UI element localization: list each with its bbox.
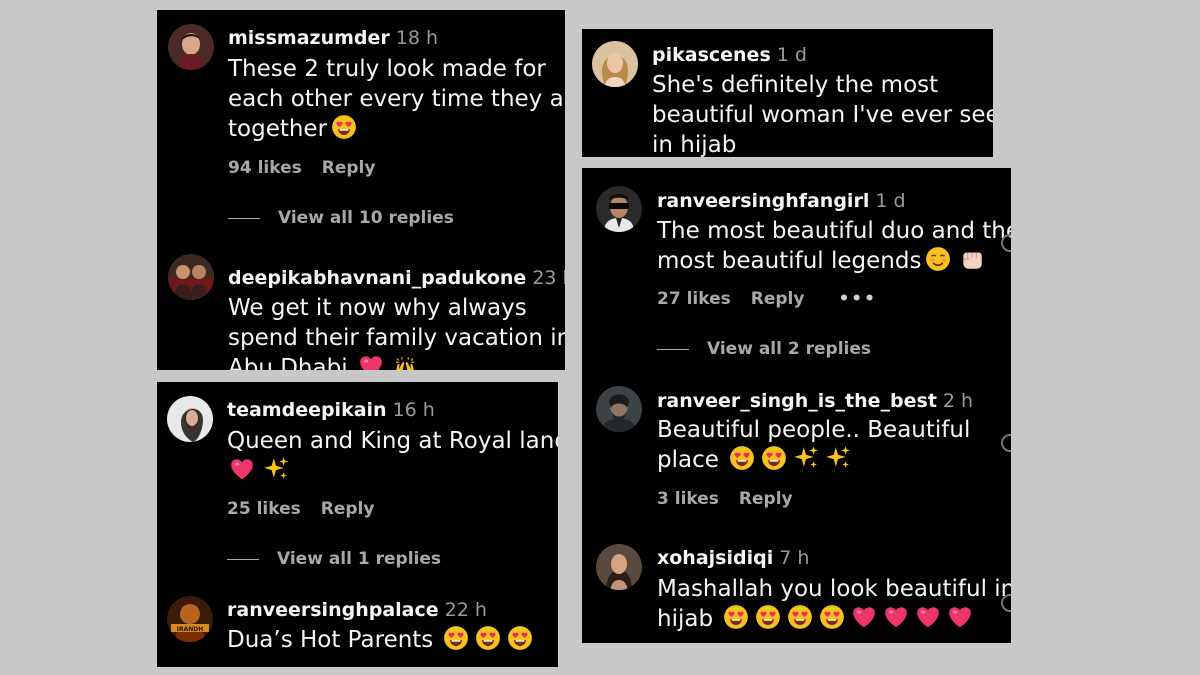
comment-text: Dua’s Hot Parents — [227, 625, 533, 655]
like-heart-icon[interactable] — [1001, 434, 1011, 452]
comment-text: We get it now why always spend their fam… — [228, 293, 565, 370]
username[interactable]: teamdeepikain — [227, 399, 387, 421]
comment-text: Mashallah you look beautiful in hijab — [657, 576, 1011, 632]
comment-text: She's definitely the most beautiful woma… — [652, 72, 993, 157]
divider — [227, 558, 259, 560]
comment-actions: 25 likes Reply — [227, 499, 394, 519]
view-replies-button[interactable]: View all 1 replies — [227, 549, 441, 569]
heart-icon — [947, 604, 973, 630]
username[interactable]: missmazumder — [228, 27, 390, 49]
view-replies-button[interactable]: View all 10 replies — [228, 208, 454, 228]
avatar[interactable] — [167, 396, 213, 442]
username[interactable]: ranveersinghfangirl — [657, 190, 869, 212]
divider — [228, 217, 260, 219]
username[interactable]: pikascenes — [652, 44, 771, 66]
divider — [657, 348, 689, 350]
heart-eyes-emoji-icon — [787, 604, 813, 630]
comment-text: Queen and King at Royal land — [227, 426, 558, 486]
comment-header: xohajsidiqi 7 h — [657, 546, 809, 570]
comment-header: ranveer_singh_is_the_best 2 h — [657, 389, 973, 413]
heart-eyes-emoji-icon — [723, 604, 749, 630]
sparkles-icon — [825, 445, 851, 471]
heart-eyes-emoji-icon — [755, 604, 781, 630]
comment-text: Beautiful people.. Beautiful place — [657, 417, 971, 473]
heart-eyes-emoji-icon — [443, 625, 469, 651]
comment-panel-2: teamdeepikain 16 h Queen and King at Roya… — [157, 382, 558, 667]
comment-actions: 3 likes Reply — [657, 489, 813, 509]
avatar[interactable] — [596, 544, 642, 590]
comment-header: pikascenes 1 d — [652, 43, 807, 67]
timestamp: 1 d — [875, 190, 906, 212]
comment-header: ranveersinghpalace 22 h — [227, 598, 487, 622]
heart-icon — [229, 456, 255, 482]
username[interactable]: ranveersinghpalace — [227, 599, 439, 621]
likes-count[interactable]: 25 likes — [227, 499, 301, 519]
comment-header: missmazumder 18 h — [228, 26, 438, 50]
comment-actions: 27 likes Reply ••• — [657, 289, 897, 309]
timestamp: 2 h — [942, 390, 974, 412]
avatar[interactable] — [592, 41, 638, 87]
username[interactable]: deepikabhavnani_padukone — [228, 267, 526, 289]
comment-panel-1: missmazumder 18 h These 2 truly look made… — [157, 10, 565, 370]
timestamp: 22 h — [444, 599, 487, 621]
timestamp: 16 h — [392, 399, 435, 421]
heart-eyes-emoji-icon — [761, 445, 787, 471]
reply-button[interactable]: Reply — [751, 289, 805, 309]
view-replies-button[interactable]: View all 2 replies — [657, 339, 871, 359]
heart-eyes-emoji-icon — [819, 604, 845, 630]
reply-button[interactable]: Reply — [322, 158, 376, 178]
timestamp: 1 d — [776, 44, 807, 66]
username[interactable]: xohajsidiqi — [657, 547, 773, 569]
avatar[interactable] — [168, 254, 214, 300]
comment-panel-3: pikascenes 1 d She's definitely the most … — [582, 29, 993, 157]
likes-count[interactable]: 27 likes — [657, 289, 731, 309]
comment-text: The most beautiful duo and the most beau… — [657, 218, 1011, 274]
heart-icon — [851, 604, 877, 630]
sparkles-icon — [263, 456, 289, 482]
avatar[interactable] — [596, 386, 642, 432]
timestamp: 7 h — [779, 547, 810, 569]
username[interactable]: ranveer_singh_is_the_best — [657, 390, 937, 412]
raised-hands-icon — [392, 353, 418, 370]
heart-eyes-emoji-icon — [475, 625, 501, 651]
comment-header: ranveersinghfangirl 1 d — [657, 189, 906, 213]
likes-count[interactable]: 94 likes — [228, 158, 302, 178]
comment-panel-4: ranveersinghfangirl 1 d The most beautifu… — [582, 168, 1011, 643]
likes-count[interactable]: 3 likes — [657, 489, 719, 509]
heart-eyes-emoji-icon — [729, 445, 755, 471]
reply-button[interactable]: Reply — [739, 489, 793, 509]
heart-icon — [915, 604, 941, 630]
avatar[interactable] — [168, 24, 214, 70]
comment-actions: 94 likes Reply — [228, 158, 395, 178]
comment-header: teamdeepikain 16 h — [227, 398, 435, 422]
heart-icon — [883, 604, 909, 630]
sparkles-icon — [793, 445, 819, 471]
comment-header: deepikabhavnani_padukone 23 h — [228, 266, 565, 290]
reply-button[interactable]: Reply — [321, 499, 375, 519]
timestamp: 18 h — [395, 27, 439, 49]
heart-icon — [358, 353, 384, 370]
avatar[interactable]: IRANDH — [167, 596, 213, 642]
smiling-face-icon — [925, 246, 951, 272]
heart-eyes-emoji-icon — [331, 114, 357, 140]
timestamp: 23 h — [532, 267, 565, 289]
comment-text: These 2 truly look made for each other e… — [228, 56, 565, 142]
more-options-icon[interactable]: ••• — [838, 289, 877, 309]
avatar[interactable] — [596, 186, 642, 232]
heart-eyes-emoji-icon — [507, 625, 533, 651]
svg-text:IRANDH: IRANDH — [177, 626, 204, 633]
fist-icon — [959, 246, 985, 272]
